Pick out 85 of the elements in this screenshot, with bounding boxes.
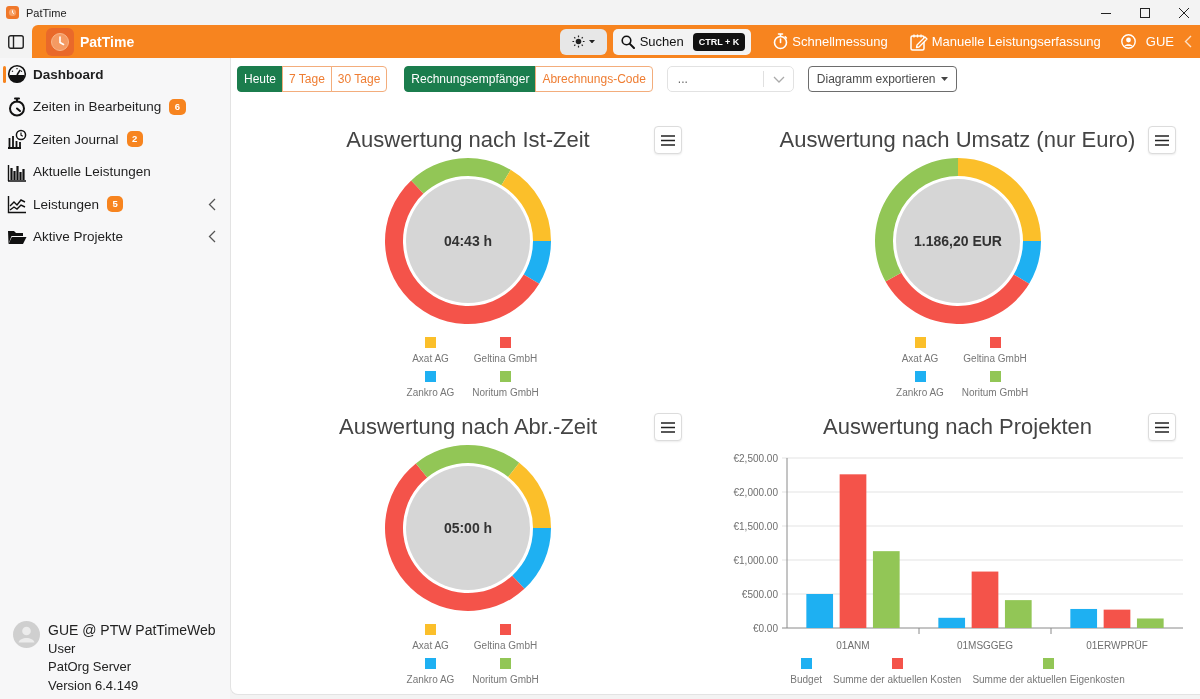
legend-label: Noritum GmbH [961,386,1029,399]
axis-tick-label: €2,500.00 [733,452,778,464]
legend-label: Noritum GmbH [472,673,539,686]
account-name: GUE @ PTW PatTimeWeb [48,621,216,640]
chart-menu-button[interactable] [1148,126,1176,154]
legend-label: Geltina GmbH [473,352,538,365]
legend-label: Budget [790,673,822,686]
bar [806,594,834,628]
axis-tick-label: €2,000.00 [733,486,778,498]
close-icon[interactable] [1178,6,1190,19]
chart-title: Auswertung nach Projekten [822,413,1093,441]
line-chart-icon [7,194,27,215]
legend-label: Axat AG [412,352,449,365]
sidebar-item[interactable]: Zeiten Journal 2 [0,123,230,156]
bar [971,571,999,628]
sidebar-item[interactable]: Zeiten in Bearbeitung 6 [0,90,230,123]
sidebar-item[interactable]: Leistungen 5 [0,188,230,221]
app-name: PatTime [80,33,135,50]
grouping-toggle[interactable]: Rechnungsempfänger [404,66,537,92]
bar [1004,600,1032,628]
shortcut-hint: CTRL + K [692,32,746,51]
sidebar-item[interactable]: Aktuelle Leistungen [0,155,230,188]
sidebar-item[interactable]: Aktive Projekte [0,220,230,253]
legend-label: Summe der aktuellen Eigenkosten [972,673,1125,686]
count-badge: 6 [169,98,186,115]
legend-label: Axat AG [901,352,939,365]
chart-menu-button[interactable] [1148,413,1176,441]
bar [938,617,966,628]
sidebar-toggle-icon[interactable] [8,34,24,49]
account-role: User [48,639,77,658]
bar [1103,609,1131,628]
axis-tick-label: €500.00 [741,588,778,600]
donut-center-label: 04:43 h [443,233,493,249]
legend-label: Zankro AG [406,386,455,399]
count-badge: 2 [126,131,143,148]
window-title: PatTime [26,6,67,19]
clock-logo-icon [6,6,19,19]
stopwatch-icon [7,96,27,117]
chart-title: Auswertung nach Abr.-Zeit [339,413,597,441]
bar [1070,608,1098,628]
search-icon [620,34,635,49]
menu-icon [661,134,675,146]
bar [1136,618,1164,628]
sidebar-item[interactable]: Dashboard [0,58,230,91]
chart-title: Auswertung nach Umsatz (nur Euro) [779,126,1136,154]
clock-logo-icon [46,27,74,56]
legend-label: Axat AG [412,639,449,652]
search-button[interactable]: Suchen CTRL + K [612,28,752,55]
axis-category-label: 01MSGGEG [956,640,1014,651]
maximize-icon[interactable] [1139,6,1151,19]
axis-tick-label: €0.00 [752,622,778,634]
avatar-icon [13,621,40,648]
legend-label: Summe der aktuellen Kosten [833,673,962,686]
clock-chart-icon [7,129,27,150]
filter-dropdown[interactable]: ... [666,66,794,92]
period-toggle[interactable]: Heute [237,66,284,92]
caret-icon [588,39,595,44]
sun-icon [571,35,585,48]
axis-category-label: 01ERWPRÜF [1086,640,1148,651]
axis-tick-label: €1,000.00 [733,554,778,566]
version-label: Version 6.4.149 [48,676,140,695]
export-button[interactable]: Diagramm exportieren [807,66,957,92]
stopwatch-icon [773,33,789,50]
legend-label: Noritum GmbH [472,386,539,399]
chart-menu-button[interactable] [654,126,682,154]
axis-category-label: 01ANM [836,640,870,651]
legend-label: Zankro AG [406,673,455,686]
legend-label: Geltina GmbH [963,352,1027,365]
user-icon [1120,34,1136,49]
menu-icon [661,421,675,433]
menu-icon [1155,421,1169,433]
axis-tick-label: €1,500.00 [733,520,778,532]
theme-button[interactable] [559,28,607,55]
chart-menu-button[interactable] [654,413,682,441]
legend-label: Geltina GmbH [473,639,538,652]
chart-title: Auswertung nach Ist-Zeit [346,126,590,154]
caret-icon [940,77,948,81]
legend-label: Zankro AG [896,386,944,399]
gauge-icon [7,64,27,85]
server-name: PatOrg Server [48,658,133,676]
edit-icon [909,32,928,51]
menu-icon [1155,134,1169,146]
count-badge: 5 [107,196,124,213]
donut-center-label: 1.186,20 EUR [913,233,1002,249]
donut-center-label: 05:00 h [443,520,493,536]
